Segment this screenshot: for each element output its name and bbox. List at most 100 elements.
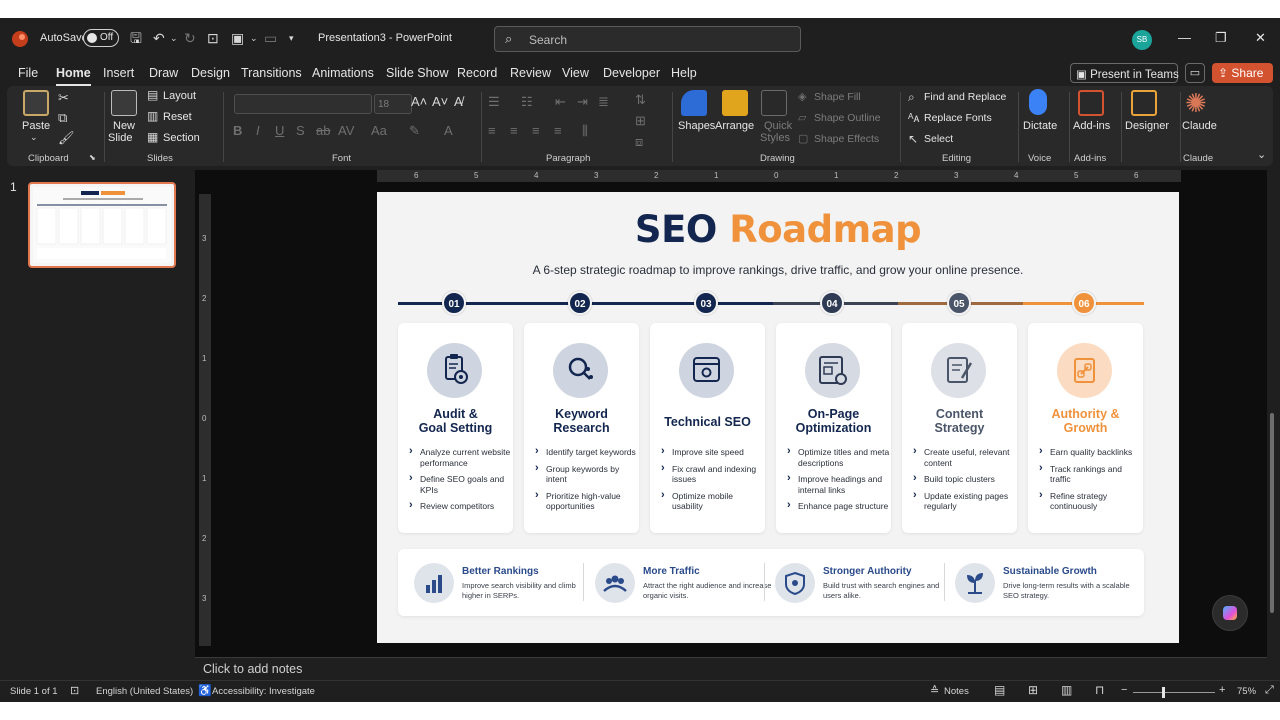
slideshow-dropdown-icon[interactable]: ⌄ bbox=[250, 29, 258, 47]
select-label[interactable]: Select bbox=[924, 133, 953, 145]
new-slide-label-1[interactable]: New bbox=[113, 120, 135, 132]
shapes-label[interactable]: Shapes bbox=[678, 120, 715, 132]
shape-outline-label[interactable]: Shape Outline bbox=[814, 112, 881, 124]
step-card-onpage[interactable]: On-PageOptimization Optimize titles and … bbox=[776, 323, 891, 533]
claude-icon[interactable]: ✺ bbox=[1185, 88, 1207, 119]
shape-outline-icon[interactable]: ▱ bbox=[798, 111, 806, 124]
clipboard-launcher-icon[interactable]: ⬊ bbox=[89, 153, 96, 162]
present-in-teams-button[interactable]: ▣ Present in Teams bbox=[1070, 63, 1179, 83]
undo-dropdown-icon[interactable]: ⌄ bbox=[170, 29, 178, 47]
slide-sorter-icon[interactable]: ⊞ bbox=[1028, 683, 1038, 697]
tab-design[interactable]: Design bbox=[191, 66, 230, 80]
layout-label[interactable]: Layout bbox=[163, 90, 196, 102]
search-box[interactable]: ⌕ Search bbox=[494, 26, 801, 52]
tab-slide-show[interactable]: Slide Show bbox=[386, 66, 449, 80]
save-icon[interactable]: 🖫 bbox=[130, 29, 142, 47]
addins-button-label[interactable]: Add-ins bbox=[1073, 120, 1110, 132]
accessibility-icon[interactable]: ♿ bbox=[198, 684, 212, 697]
designer-icon[interactable] bbox=[1131, 90, 1157, 116]
tab-view[interactable]: View bbox=[562, 66, 589, 80]
collapse-ribbon-icon[interactable]: ⌄ bbox=[1257, 148, 1266, 161]
presenter-icon[interactable]: ⊡ bbox=[207, 29, 219, 47]
align-text-icon[interactable]: ⊞ bbox=[635, 113, 646, 129]
new-slide-label-2[interactable]: Slide bbox=[108, 132, 132, 144]
grow-font-icon[interactable]: A˄ bbox=[411, 94, 427, 109]
character-spacing-icon[interactable]: AV bbox=[338, 123, 354, 138]
font-size-box[interactable]: 18 bbox=[374, 94, 412, 114]
tab-transitions[interactable]: Transitions bbox=[241, 66, 302, 80]
paste-dropdown-icon[interactable]: ⌄ bbox=[30, 132, 38, 143]
shape-effects-icon[interactable]: ▢ bbox=[798, 132, 808, 145]
tab-file[interactable]: File bbox=[18, 66, 38, 80]
accessibility-status[interactable]: Accessibility: Investigate bbox=[212, 686, 315, 697]
step-card-authority[interactable]: Authority &Growth Earn quality backlinks… bbox=[1028, 323, 1143, 533]
find-replace-label[interactable]: Find and Replace bbox=[924, 91, 1006, 103]
zoom-in-icon[interactable]: + bbox=[1219, 684, 1225, 696]
new-slide-icon[interactable] bbox=[111, 90, 137, 116]
tab-animations[interactable]: Animations bbox=[312, 66, 374, 80]
undo-icon[interactable]: ↶ bbox=[153, 29, 165, 47]
slideshow-icon[interactable]: ▣ bbox=[231, 29, 244, 47]
copilot-icon[interactable] bbox=[1212, 595, 1248, 631]
arrange-label[interactable]: Arrange bbox=[715, 120, 754, 132]
find-icon[interactable]: ⌕ bbox=[908, 90, 915, 105]
notes-toggle[interactable]: Notes bbox=[944, 686, 969, 697]
tab-review[interactable]: Review bbox=[510, 66, 551, 80]
bold-icon[interactable]: B bbox=[233, 123, 242, 138]
shapes-icon[interactable] bbox=[681, 90, 707, 116]
normal-view-icon[interactable]: ▤ bbox=[994, 683, 1005, 697]
italic-icon[interactable]: I bbox=[256, 123, 260, 138]
dictate-label[interactable]: Dictate bbox=[1023, 120, 1057, 132]
layout-icon[interactable]: ▤ bbox=[147, 88, 158, 102]
format-painter-icon[interactable]: 🖌 bbox=[58, 130, 75, 146]
highlight-icon[interactable]: ✎ bbox=[409, 123, 420, 139]
reset-label[interactable]: Reset bbox=[163, 111, 192, 123]
step-card-audit[interactable]: Audit &Goal Setting Analyze current webs… bbox=[398, 323, 513, 533]
paste-label[interactable]: Paste bbox=[22, 120, 50, 132]
tab-record[interactable]: Record bbox=[457, 66, 497, 80]
shrink-font-icon[interactable]: A˅ bbox=[432, 94, 448, 109]
slide-counter[interactable]: Slide 1 of 1 bbox=[10, 686, 58, 697]
step-card-content[interactable]: ContentStrategy Create useful, relevant … bbox=[902, 323, 1017, 533]
bullets-icon[interactable]: ☰ bbox=[488, 94, 500, 110]
increase-indent-icon[interactable]: ⇥ bbox=[577, 94, 588, 110]
justify-icon[interactable]: ≡ bbox=[554, 123, 562, 138]
zoom-level[interactable]: 75% bbox=[1237, 686, 1256, 697]
paste-icon[interactable] bbox=[23, 90, 49, 116]
notes-icon[interactable]: ≙ bbox=[930, 684, 939, 697]
claude-button-label[interactable]: Claude bbox=[1182, 120, 1217, 132]
tab-developer[interactable]: Developer bbox=[603, 66, 660, 80]
shape-fill-label[interactable]: Shape Fill bbox=[814, 91, 861, 103]
replace-fonts-icon[interactable]: ᴬᴀ bbox=[908, 111, 919, 125]
tab-insert[interactable]: Insert bbox=[103, 66, 134, 80]
customize-toolbar-icon[interactable]: ▾ bbox=[289, 29, 294, 47]
step-card-keyword[interactable]: KeywordResearch Identify target keywords… bbox=[524, 323, 639, 533]
quick-styles-icon[interactable] bbox=[761, 90, 787, 116]
step-card-technical[interactable]: Technical SEO Improve site speed Fix cra… bbox=[650, 323, 765, 533]
quick-styles-label-1[interactable]: Quick bbox=[764, 120, 792, 132]
designer-label[interactable]: Designer bbox=[1125, 120, 1169, 132]
zoom-slider[interactable] bbox=[1133, 692, 1215, 693]
zoom-out-icon[interactable]: − bbox=[1121, 684, 1127, 696]
font-family-box[interactable] bbox=[234, 94, 372, 114]
minimize-icon[interactable]: — bbox=[1178, 30, 1191, 45]
redo-icon[interactable]: ↻ bbox=[184, 29, 196, 47]
strikethrough-icon[interactable]: ab bbox=[316, 123, 330, 138]
slide-thumbnail[interactable] bbox=[28, 182, 176, 268]
decrease-indent-icon[interactable]: ⇤ bbox=[555, 94, 566, 110]
align-left-icon[interactable]: ≡ bbox=[488, 123, 496, 138]
share-button[interactable]: ⇪ Share bbox=[1212, 63, 1273, 83]
autosave-toggle[interactable]: Off bbox=[83, 29, 119, 47]
tab-help[interactable]: Help bbox=[671, 66, 697, 80]
tab-draw[interactable]: Draw bbox=[149, 66, 178, 80]
user-avatar[interactable]: SB bbox=[1132, 30, 1152, 50]
touch-mode-icon[interactable]: ▭ bbox=[264, 29, 277, 47]
zoom-slider-thumb[interactable] bbox=[1162, 687, 1165, 698]
select-cursor-icon[interactable]: ↖ bbox=[908, 132, 918, 146]
comments-icon[interactable]: ▭ bbox=[1185, 63, 1205, 83]
arrange-icon[interactable] bbox=[722, 90, 748, 116]
font-color-icon[interactable]: A bbox=[444, 123, 453, 138]
text-direction-icon[interactable]: ⇅ bbox=[635, 92, 646, 108]
language-indicator[interactable]: English (United States) bbox=[96, 686, 193, 697]
shadow-icon[interactable]: S bbox=[296, 123, 305, 138]
